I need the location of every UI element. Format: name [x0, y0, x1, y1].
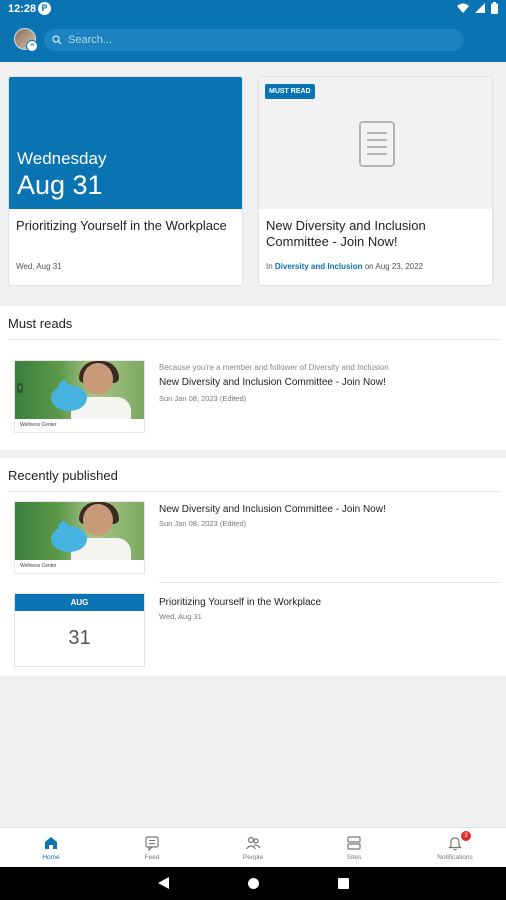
status-icons: [457, 2, 498, 14]
item-date: Sun Jan 08, 2023 (Edited): [159, 394, 247, 403]
bottom-nav: Home Feed People Sites 3 Notifications: [0, 827, 506, 867]
section-title: Must reads: [8, 316, 73, 331]
status-time: 12:28: [8, 3, 37, 15]
nav-label: Sites: [346, 854, 362, 861]
search-input[interactable]: [68, 34, 448, 46]
event-date-tile[interactable]: AUG 31: [14, 593, 145, 667]
list-item[interactable]: Prioritizing Yourself in the Workplace W…: [159, 597, 489, 621]
item-title: Prioritizing Yourself in the Workplace: [159, 597, 322, 608]
featured-card-event[interactable]: Wednesday Aug 31 Prioritizing Yourself i…: [8, 76, 243, 286]
signal-icon: [475, 3, 485, 13]
tile-month: AUG: [15, 594, 144, 611]
item-context: Because you're a member and follower of …: [159, 363, 389, 372]
divider: [8, 339, 500, 340]
item-title: New Diversity and Inclusion Committee - …: [159, 504, 386, 515]
tile-day: 31: [68, 627, 91, 649]
item-date: Wed, Aug 31: [159, 612, 202, 621]
system-nav-bar: [0, 867, 506, 900]
document-icon: [359, 121, 395, 167]
card-meta: Wed, Aug 31: [16, 262, 62, 271]
nav-sites[interactable]: Sites: [304, 828, 404, 868]
people-icon: [246, 836, 261, 850]
home-icon: [45, 837, 57, 849]
meta-suffix: on Aug 23, 2022: [364, 262, 423, 271]
chevron-left-icon: ‹: [17, 383, 23, 393]
nav-people[interactable]: People: [203, 828, 303, 868]
nav-notifications[interactable]: 3 Notifications: [405, 828, 505, 868]
divider: [159, 582, 500, 583]
recent-apps-icon[interactable]: [338, 878, 349, 889]
site-link[interactable]: Diversity and Inclusion: [275, 262, 363, 271]
thumbnail-caption: Wellness Center: [20, 422, 57, 428]
feed-icon: [145, 836, 159, 851]
news-thumbnail[interactable]: Wellness Center: [14, 501, 145, 574]
meta-prefix: In: [266, 262, 273, 271]
nav-home[interactable]: Home: [1, 828, 101, 868]
home-content: Wednesday Aug 31 Prioritizing Yourself i…: [0, 62, 506, 827]
nav-label: Feed: [144, 854, 160, 861]
status-bar: 12:28 P: [0, 0, 506, 18]
item-date: Sun Jan 08, 2023 (Edited): [159, 519, 247, 528]
must-reads-section: Must reads ‹ Wellness Center Because you…: [0, 306, 506, 450]
battery-icon: [491, 2, 498, 14]
search-icon: [52, 35, 62, 45]
event-date-banner: Wednesday Aug 31: [9, 77, 242, 209]
nav-label: Notifications: [437, 854, 473, 861]
card-title: New Diversity and Inclusion Committee - …: [266, 218, 426, 249]
card-meta: In Diversity and Inclusion on Aug 23, 20…: [266, 262, 423, 271]
item-title: New Diversity and Inclusion Committee - …: [159, 377, 386, 388]
back-icon[interactable]: [158, 877, 169, 889]
recently-published-section: Recently published Wellness Center New D…: [0, 458, 506, 676]
featured-card-news[interactable]: MUST READ New Diversity and Inclusion Co…: [258, 76, 493, 286]
card-title: Prioritizing Yourself in the Workplace: [16, 218, 227, 233]
list-item[interactable]: New Diversity and Inclusion Committee - …: [159, 504, 489, 528]
card-thumbnail: MUST READ: [259, 77, 492, 209]
news-thumbnail[interactable]: ‹ Wellness Center: [14, 360, 145, 433]
nav-label: Home: [42, 854, 60, 861]
section-title: Recently published: [8, 468, 118, 483]
event-date: Aug 31: [17, 170, 103, 200]
sites-icon: [347, 836, 361, 850]
nav-feed[interactable]: Feed: [102, 828, 202, 868]
list-item[interactable]: Because you're a member and follower of …: [159, 363, 489, 403]
avatar-menu-icon[interactable]: ≡: [26, 40, 38, 52]
piggy-bank-image: [51, 526, 87, 552]
thumbnail-caption: Wellness Center: [20, 563, 57, 569]
wifi-icon: [457, 3, 469, 13]
nav-label: People: [242, 854, 264, 861]
divider: [8, 491, 500, 492]
event-day-name: Wednesday: [17, 149, 107, 168]
notification-count-badge: 3: [461, 831, 471, 841]
app-bar: ≡: [0, 18, 506, 62]
piggy-bank-image: [51, 385, 87, 411]
home-button-icon[interactable]: [248, 878, 259, 889]
must-read-badge: MUST READ: [265, 84, 315, 99]
search-bar[interactable]: [44, 29, 464, 51]
app-notification-icon: P: [38, 2, 51, 15]
